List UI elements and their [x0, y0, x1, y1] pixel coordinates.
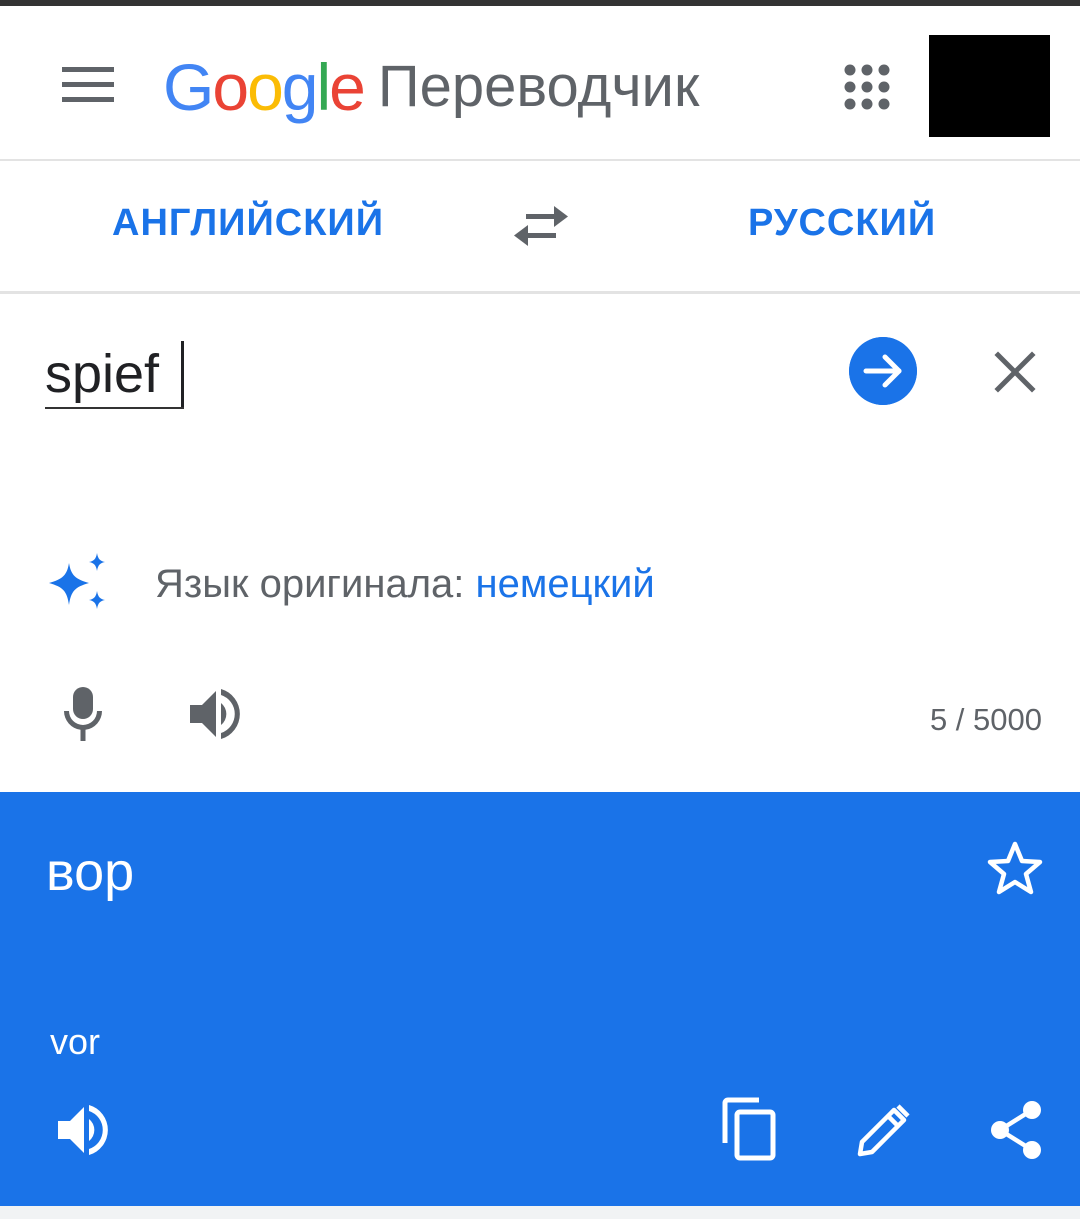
swap-arrows-icon[interactable]	[510, 204, 572, 248]
account-avatar[interactable]	[929, 35, 1050, 137]
target-language-button[interactable]: РУССКИЙ	[748, 161, 936, 292]
menu-icon[interactable]	[58, 63, 118, 107]
translation-output-panel: вор vor	[0, 792, 1080, 1206]
spellcheck-underline	[45, 407, 184, 409]
character-counter: 5 / 5000	[929, 702, 1042, 737]
star-outline-icon[interactable]	[986, 840, 1044, 898]
google-translate-logo[interactable]: Google Переводчик	[163, 42, 699, 132]
microphone-icon[interactable]	[56, 685, 110, 743]
copy-icon[interactable]	[721, 1097, 779, 1161]
sparkle-icon	[49, 553, 105, 609]
detect-label: Язык оригинала:	[155, 562, 476, 606]
google-wordmark: Google	[163, 50, 366, 124]
language-bar-divider	[0, 291, 1080, 294]
language-bar: АНГЛИЙСКИЙ РУССКИЙ	[0, 161, 1080, 292]
text-caret	[181, 341, 184, 409]
product-name: Переводчик	[377, 54, 700, 119]
pencil-icon[interactable]	[856, 1102, 912, 1158]
transliteration-text: vor	[50, 1021, 101, 1062]
detected-language-hint: Язык оригинала: немецкий	[155, 556, 655, 612]
app-header: Google Переводчик	[0, 6, 1080, 159]
close-icon[interactable]	[990, 347, 1040, 397]
source-text-input[interactable]: spief	[45, 336, 159, 412]
output-speaker-icon[interactable]	[54, 1102, 112, 1158]
share-icon[interactable]	[988, 1100, 1044, 1160]
detected-language-link[interactable]: немецкий	[476, 562, 655, 606]
source-language-button[interactable]: АНГЛИЙСКИЙ	[112, 161, 384, 292]
translation-text: вор	[46, 842, 135, 902]
speaker-icon[interactable]	[186, 686, 244, 742]
bottom-edge	[0, 1206, 1080, 1219]
translate-go-button[interactable]	[849, 337, 917, 405]
apps-grid-icon[interactable]	[843, 63, 891, 111]
